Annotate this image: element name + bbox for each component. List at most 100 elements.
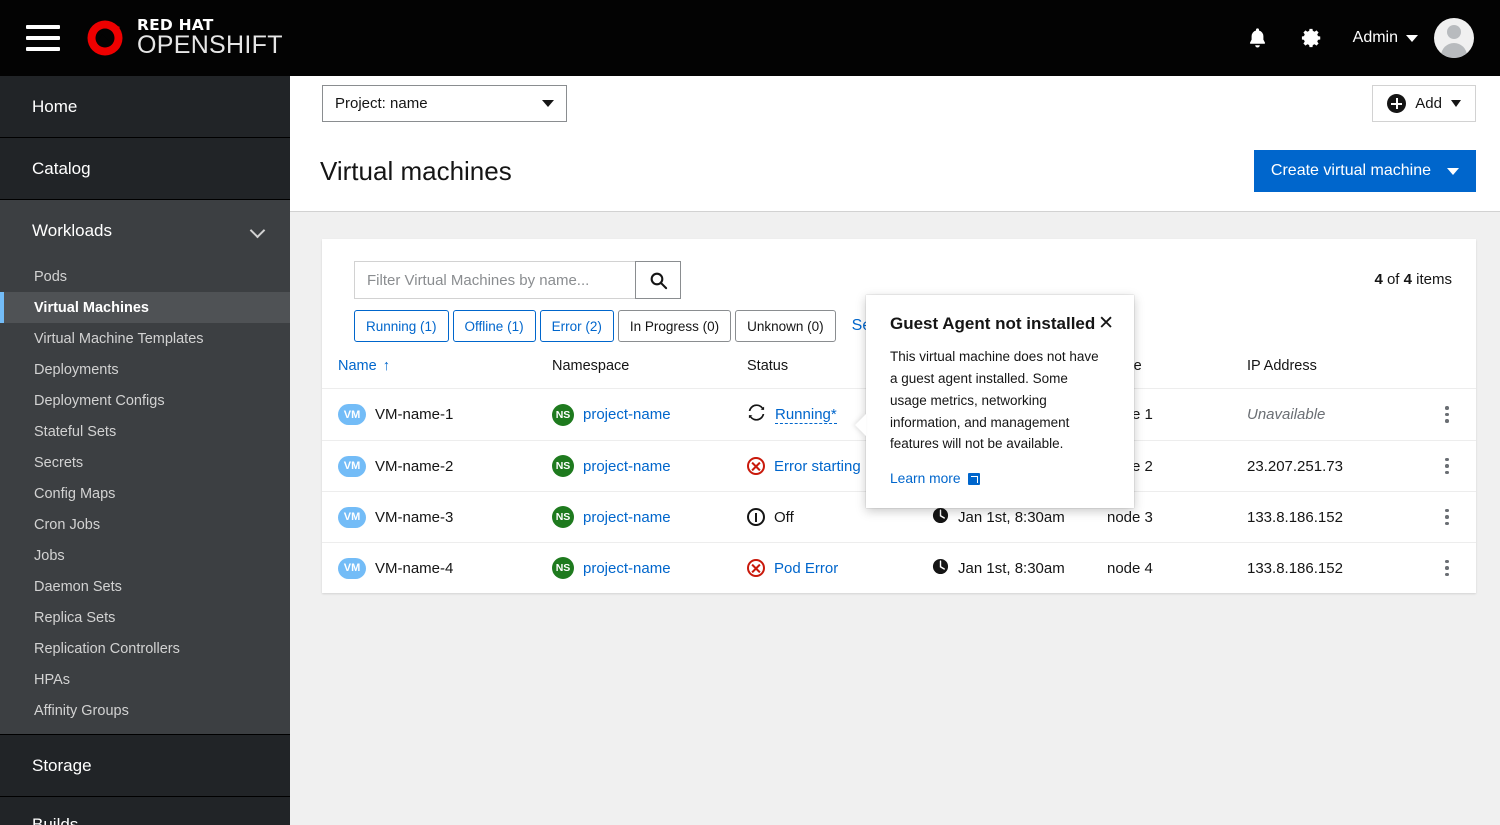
cell-ip: Unavailable xyxy=(1247,389,1436,441)
column-header-label: IP Address xyxy=(1247,358,1317,374)
namespace-link[interactable]: project-name xyxy=(583,509,671,526)
cell-actions xyxy=(1436,492,1476,543)
created-label: Jan 1st, 8:30am xyxy=(958,508,1065,526)
row-actions-kebab-icon[interactable] xyxy=(1436,557,1458,579)
filter-chip-label: Error (2) xyxy=(551,318,602,334)
vm-badge: VM xyxy=(338,557,366,579)
status-link[interactable]: Running* xyxy=(775,406,837,424)
sidebar-item-label: Storage xyxy=(32,755,92,775)
namespace-link[interactable]: project-name xyxy=(583,458,671,475)
learn-more-label: Learn more xyxy=(890,471,961,487)
sidebar-item-label: Jobs xyxy=(34,547,65,564)
sidebar-item-virtual-machines[interactable]: Virtual Machines xyxy=(0,292,290,323)
search-button[interactable] xyxy=(635,261,681,299)
vm-badge: VM xyxy=(338,506,366,528)
column-header-namespace[interactable]: Namespace xyxy=(552,358,747,389)
namespace-link[interactable]: project-name xyxy=(583,406,671,423)
row-actions-kebab-icon[interactable] xyxy=(1436,506,1458,528)
filter-chip-error[interactable]: Error (2) xyxy=(539,310,614,342)
sidebar-item-secrets[interactable]: Secrets xyxy=(0,447,290,478)
popover-header: Guest Agent not installed ✕ xyxy=(866,295,1134,334)
sidebar-group-toggle-workloads[interactable]: Workloads xyxy=(0,200,290,261)
table-row[interactable]: VM VM-name-4 NS project-name Pod Error J… xyxy=(322,542,1476,594)
user-menu[interactable]: Admin xyxy=(1353,29,1418,47)
sidebar-item-hpas[interactable]: HPAs xyxy=(0,664,290,695)
node-label: node 3 xyxy=(1107,508,1153,526)
sidebar-item-label: Daemon Sets xyxy=(34,578,122,595)
vm-name-label[interactable]: VM-name-2 xyxy=(375,458,453,475)
cell-ip: 133.8.186.152 xyxy=(1247,543,1436,594)
item-count-mid: of xyxy=(1382,271,1404,288)
create-virtual-machine-button[interactable]: Create virtual machine xyxy=(1253,150,1476,192)
sidebar-item-storage[interactable]: Storage xyxy=(0,735,290,796)
popover-arrow xyxy=(855,414,866,436)
sidebar-item-pods[interactable]: Pods xyxy=(0,261,290,292)
redhat-openshift-logo[interactable]: RED HAT OPENSHIFT xyxy=(82,15,283,61)
vm-name-label[interactable]: VM-name-1 xyxy=(375,406,453,423)
column-header-ip-address[interactable]: IP Address xyxy=(1247,358,1436,389)
status-label: Off xyxy=(774,508,794,526)
hamburger-menu-icon[interactable] xyxy=(26,25,60,51)
page-title: Virtual machines xyxy=(320,155,512,186)
sidebar-group-label: Workloads xyxy=(32,220,112,240)
filter-chip-offline[interactable]: Offline (1) xyxy=(452,310,536,342)
namespace-link[interactable]: project-name xyxy=(583,560,671,577)
add-button-label: Add xyxy=(1415,95,1442,112)
sidebar-item-label: Replication Controllers xyxy=(34,640,180,657)
error-circle-icon xyxy=(747,559,765,577)
column-header-name[interactable]: Name ↑ xyxy=(322,358,552,389)
cell-node: node 4 xyxy=(1107,543,1247,594)
settings-gear-icon[interactable] xyxy=(1285,11,1339,65)
chips-group: Running (1) Offline (1) Error (2) In Pro… xyxy=(354,310,840,342)
sidebar-item-label: Config Maps xyxy=(34,485,116,502)
add-button[interactable]: Add xyxy=(1372,85,1476,122)
clock-icon xyxy=(932,507,949,528)
sidebar-item-stateful-sets[interactable]: Stateful Sets xyxy=(0,416,290,447)
sync-icon xyxy=(747,403,766,426)
notifications-bell-icon[interactable] xyxy=(1231,11,1285,65)
close-icon[interactable]: ✕ xyxy=(1096,314,1116,333)
vm-name-label[interactable]: VM-name-4 xyxy=(375,560,453,577)
sidebar-item-label: Affinity Groups xyxy=(34,702,129,719)
status-link[interactable]: Error starting xyxy=(774,458,861,475)
vm-name-label[interactable]: VM-name-3 xyxy=(375,509,453,526)
power-off-icon xyxy=(747,508,765,526)
row-actions-kebab-icon[interactable] xyxy=(1436,455,1458,477)
row-actions-kebab-icon[interactable] xyxy=(1436,404,1458,426)
filter-chip-unknown[interactable]: Unknown (0) xyxy=(735,310,836,342)
ip-label: 23.207.251.73 xyxy=(1247,457,1343,475)
project-selector[interactable]: Project: name xyxy=(322,85,567,122)
sidebar-item-config-maps[interactable]: Config Maps xyxy=(0,478,290,509)
sidebar-item-catalog[interactable]: Catalog xyxy=(0,138,290,199)
sidebar-item-label: Replica Sets xyxy=(34,609,116,626)
sidebar-item-label: Secrets xyxy=(34,454,84,471)
project-toolbar: Project: name Add xyxy=(290,76,1500,131)
learn-more-link[interactable]: Learn more xyxy=(866,455,1134,508)
sidebar-item-cron-jobs[interactable]: Cron Jobs xyxy=(0,509,290,540)
page-header: Virtual machines Create virtual machine xyxy=(290,131,1500,212)
error-circle-icon xyxy=(747,457,765,475)
sidebar-item-jobs[interactable]: Jobs xyxy=(0,540,290,571)
sidebar-item-home[interactable]: Home xyxy=(0,76,290,137)
sidebar-section-storage: Storage xyxy=(0,735,290,797)
sidebar-item-deployment-configs[interactable]: Deployment Configs xyxy=(0,385,290,416)
avatar[interactable] xyxy=(1434,18,1474,58)
sidebar-item-replica-sets[interactable]: Replica Sets xyxy=(0,602,290,633)
sidebar-item-deployments[interactable]: Deployments xyxy=(0,354,290,385)
sidebar-item-daemon-sets[interactable]: Daemon Sets xyxy=(0,571,290,602)
filter-chip-label: Unknown (0) xyxy=(747,318,824,334)
filter-chip-running[interactable]: Running (1) xyxy=(354,310,449,342)
sidebar-section-builds[interactable]: Builds xyxy=(0,797,290,825)
filter-chip-label: Running (1) xyxy=(366,318,437,334)
filter-chip-in-progress[interactable]: In Progress (0) xyxy=(617,310,732,342)
cell-ip: 23.207.251.73 xyxy=(1247,441,1436,492)
ip-label: 133.8.186.152 xyxy=(1247,559,1343,577)
search-input[interactable] xyxy=(354,261,635,299)
sidebar-item-affinity-groups[interactable]: Affinity Groups xyxy=(0,695,290,726)
sidebar-item-replication-controllers[interactable]: Replication Controllers xyxy=(0,633,290,664)
sidebar-item-virtual-machine-templates[interactable]: Virtual Machine Templates xyxy=(0,323,290,354)
cell-namespace: NS project-name xyxy=(552,441,747,492)
item-count: 4 of 4 items xyxy=(1374,261,1452,288)
sidebar-item-label: Virtual Machines xyxy=(34,299,149,316)
status-link[interactable]: Pod Error xyxy=(774,560,838,577)
